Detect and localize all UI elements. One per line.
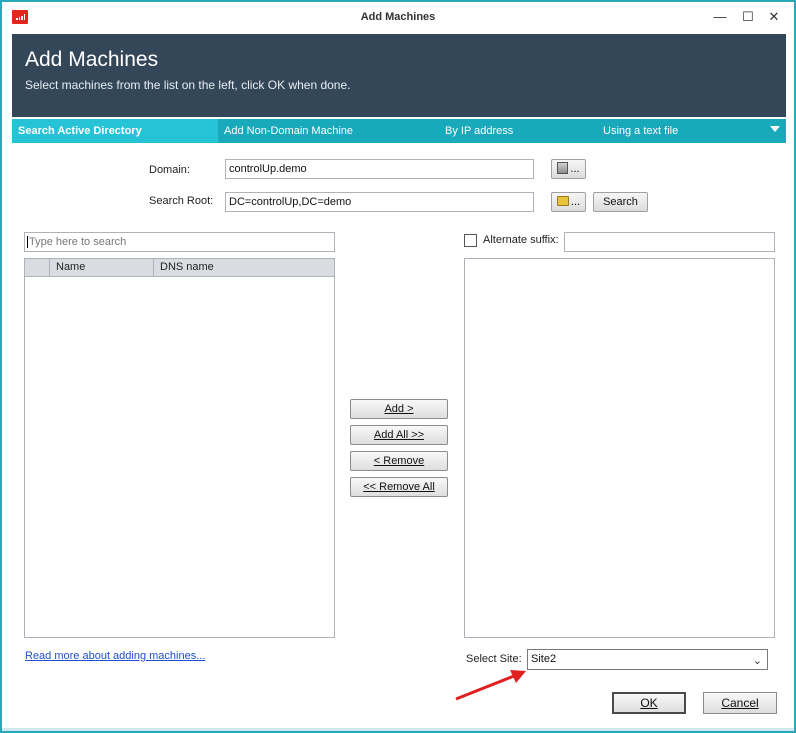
annotation-arrow [455, 670, 526, 701]
server-icon [557, 162, 569, 174]
dialog-header: Add Machines Select machines from the li… [12, 34, 786, 113]
title-bar[interactable]: Add Machines — ☐ ✕ [2, 2, 794, 32]
machine-search-input[interactable]: Type here to search [24, 232, 335, 252]
search-root-field[interactable]: DC=controlUp,DC=demo [225, 192, 534, 212]
remove-all-button[interactable]: << Remove All [350, 477, 448, 497]
tab-using-text-file[interactable]: Using a text file [603, 119, 678, 143]
available-machines-grid[interactable]: Name DNS name [24, 258, 335, 638]
ok-button[interactable]: OK [612, 692, 686, 714]
header-divider [12, 113, 786, 117]
tab-overflow-arrow-icon[interactable] [770, 126, 780, 132]
tab-by-ip-address[interactable]: By IP address [445, 119, 513, 143]
cancel-label: Cancel [721, 696, 759, 710]
remove-button[interactable]: < Remove [350, 451, 448, 471]
domain-label: Domain: [149, 164, 190, 176]
alternate-suffix-field[interactable] [564, 232, 775, 252]
column-header-name[interactable]: Name [49, 259, 153, 276]
alternate-suffix-checkbox[interactable] [464, 234, 477, 247]
select-site-dropdown[interactable]: Site2 ⌄ [527, 649, 768, 670]
folder-icon [556, 196, 569, 206]
text-cursor [27, 236, 28, 248]
column-header-dns-name[interactable]: DNS name [153, 259, 335, 276]
add-button[interactable]: Add > [350, 399, 448, 419]
maximize-button[interactable]: ☐ [738, 8, 758, 26]
tab-search-active-directory[interactable]: Search Active Directory [12, 119, 218, 143]
grid-header: Name DNS name [25, 259, 334, 277]
minimize-button[interactable]: — [710, 8, 730, 26]
cancel-button[interactable]: Cancel [703, 692, 777, 714]
header-title: Add Machines [25, 48, 159, 71]
tab-bar: Search Active Directory Add Non-Domain M… [12, 119, 786, 143]
window-title: Add Machines [360, 11, 436, 23]
tab-add-non-domain-machine[interactable]: Add Non-Domain Machine [224, 119, 353, 143]
add-all-button[interactable]: Add All >> [350, 425, 448, 445]
search-button[interactable]: Search [593, 192, 648, 212]
domain-field[interactable]: controlUp.demo [225, 159, 534, 179]
window-bottom-edge [2, 728, 794, 731]
add-machines-window: Add Machines — ☐ ✕ Add Machines Select m… [0, 0, 796, 733]
search-root-browse-button[interactable]: ... [551, 192, 586, 212]
header-subtitle: Select machines from the list on the lef… [25, 78, 351, 92]
ok-label: OK [640, 696, 658, 710]
domain-browse-button[interactable]: ... [551, 159, 586, 179]
search-root-label: Search Root: [149, 195, 214, 207]
select-site-label: Select Site: [466, 653, 522, 665]
domain-browse-label: ... [570, 163, 580, 175]
read-more-link[interactable]: Read more about adding machines... [25, 650, 205, 662]
alternate-suffix-label: Alternate suffix: [483, 234, 559, 246]
search-root-browse-label: ... [570, 196, 581, 208]
selected-machines-list[interactable] [464, 258, 775, 638]
chevron-down-icon: ⌄ [752, 655, 762, 667]
close-button[interactable]: ✕ [764, 8, 784, 26]
select-site-value: Site2 [531, 653, 557, 665]
